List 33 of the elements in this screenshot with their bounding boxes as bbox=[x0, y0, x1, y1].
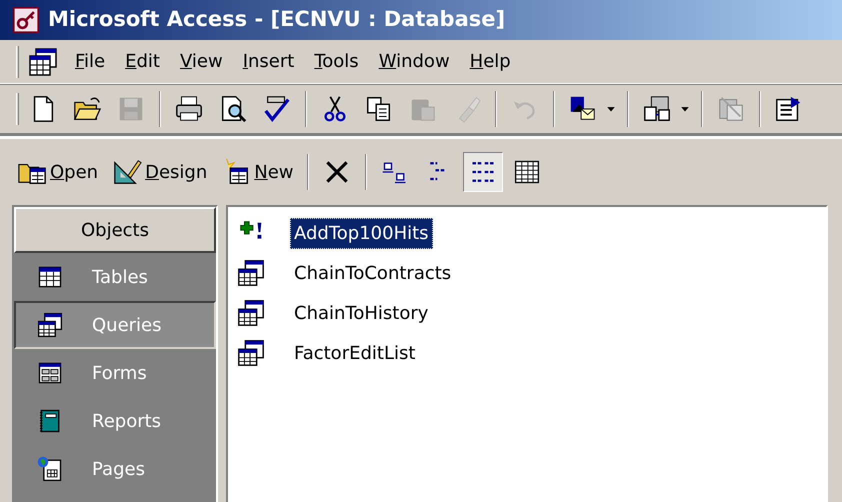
query-icon bbox=[36, 311, 64, 339]
list-item[interactable]: AddTop100Hits bbox=[290, 218, 433, 248]
menu-item[interactable]: Insert bbox=[234, 46, 302, 77]
menu-item[interactable]: Edit bbox=[117, 46, 168, 77]
ruler-pencil-icon bbox=[112, 157, 142, 187]
sidebar-item[interactable]: Forms bbox=[14, 349, 216, 397]
action-button[interactable]: New bbox=[216, 154, 299, 190]
list-item[interactable]: FactorEditList bbox=[290, 338, 420, 368]
menu-item[interactable]: File bbox=[67, 46, 114, 77]
action-button[interactable]: Design bbox=[107, 154, 212, 190]
query-icon bbox=[236, 338, 266, 368]
forms-link-icon bbox=[642, 94, 672, 124]
check-mark-icon bbox=[262, 94, 292, 124]
query-icon bbox=[236, 298, 266, 328]
details-view-icon bbox=[512, 158, 541, 186]
menu-item[interactable]: Tools bbox=[306, 46, 367, 77]
query-icon bbox=[236, 258, 266, 288]
sidebar-item[interactable]: Reports bbox=[14, 397, 216, 445]
list-item[interactable]: ChainToHistory bbox=[290, 298, 432, 328]
menu-item[interactable]: Help bbox=[462, 46, 519, 77]
sidebar-item[interactable]: Pages bbox=[14, 445, 216, 493]
view-button[interactable] bbox=[462, 152, 503, 192]
menu-item[interactable]: View bbox=[172, 46, 231, 77]
window-title: Microsoft Access - [ECNVU : Database] bbox=[48, 6, 506, 34]
menu-item[interactable]: Window bbox=[370, 46, 458, 77]
globe-page-icon bbox=[36, 455, 64, 483]
objects-header[interactable]: Objects bbox=[14, 207, 216, 253]
database-window-icon bbox=[27, 46, 59, 78]
key-icon bbox=[12, 6, 40, 34]
printer-icon bbox=[174, 94, 204, 124]
sidebar-item[interactable]: Tables bbox=[14, 253, 216, 301]
action-button[interactable]: Open bbox=[12, 154, 104, 190]
list-item[interactable]: ChainToContracts bbox=[290, 258, 456, 288]
